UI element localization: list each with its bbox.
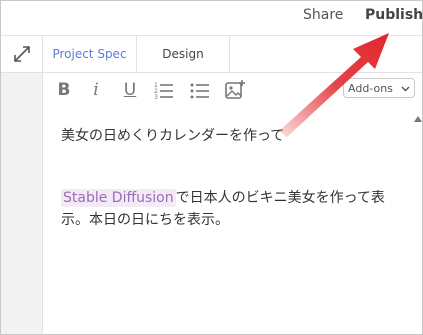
- image-icon[interactable]: [224, 79, 246, 101]
- editor-line-2: Stable Diffusion で日本人のビキニ美女を作って表示。本日の日にちを…: [61, 187, 401, 231]
- tab-project-spec[interactable]: Project Spec: [43, 36, 137, 72]
- share-button[interactable]: Share: [303, 7, 343, 23]
- italic-button[interactable]: i: [85, 79, 107, 101]
- highlighted-term[interactable]: Stable Diffusion: [61, 189, 176, 207]
- chevron-down-icon: [401, 86, 410, 92]
- bold-button[interactable]: B: [53, 79, 75, 101]
- editor-area[interactable]: 美女の日めくりカレンダーを作って Stable Diffusion で日本人のビキ…: [43, 109, 411, 334]
- scroll-up-icon[interactable]: [414, 115, 422, 123]
- ordered-list-icon[interactable]: 1 2 3: [153, 79, 175, 101]
- bullet-list-icon[interactable]: [189, 79, 211, 101]
- tab-design[interactable]: Design: [137, 36, 230, 72]
- left-gutter: [1, 36, 43, 334]
- addons-label: Add-ons: [348, 82, 393, 95]
- publish-button[interactable]: Publish: [365, 7, 422, 23]
- expand-icon[interactable]: [13, 45, 31, 63]
- editor-line-1: 美女の日めくりカレンダーを作って: [61, 128, 285, 144]
- top-bar: Share Publish: [1, 1, 422, 36]
- tab-bar: Project Spec Design: [43, 36, 422, 73]
- gutter-header: [1, 36, 42, 73]
- format-toolbar: B i U 1 2 3 Add-ons: [43, 73, 422, 107]
- underline-button[interactable]: U: [119, 79, 141, 101]
- addons-dropdown[interactable]: Add-ons: [343, 78, 415, 98]
- svg-text:3: 3: [154, 94, 158, 101]
- app-window: Share Publish Project Spec Design B i U …: [0, 0, 423, 335]
